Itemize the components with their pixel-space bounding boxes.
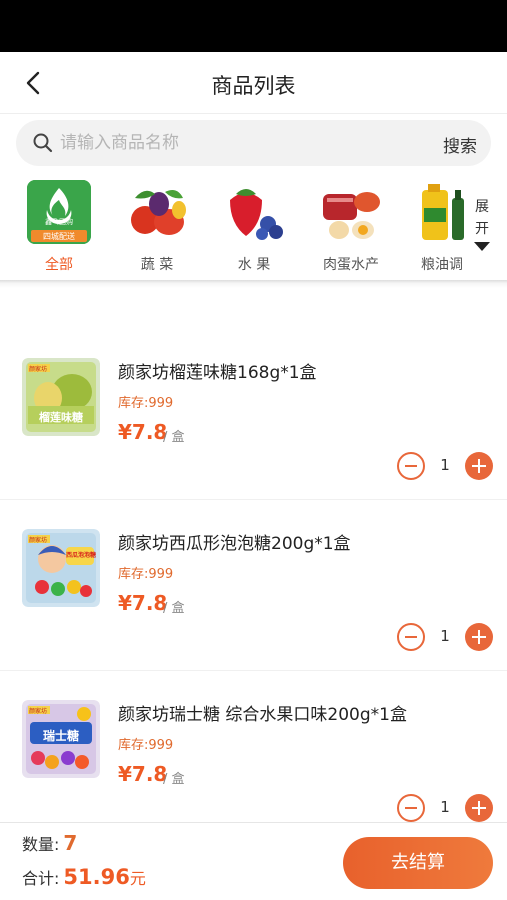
product-brand-tag: 颜家坊 (29, 708, 48, 715)
search-bar: 搜索 (16, 120, 491, 166)
currency-unit: 元 (129, 869, 146, 888)
vegetables-image (125, 180, 189, 244)
category-label: 肉蛋水产 (323, 257, 379, 273)
product-item[interactable]: 颜家坊 瑞士糖 颜家坊瑞士糖 综合水果口味200g*1盒 库存:999 ¥7.8… (0, 672, 507, 842)
triangle-down-icon (474, 242, 490, 251)
product-item[interactable]: 颜家坊 榴莲味糖 颜家坊榴莲味糖168g*1盒 库存:999 ¥7.8 / 盒 … (0, 330, 507, 500)
quantity-total-value: 7 (63, 831, 78, 855)
quantity-value: 1 (440, 627, 450, 645)
logo-delivery-text: 四城配送 (43, 232, 75, 241)
quantity-label: 数量: (22, 835, 60, 854)
product-name: 颜家坊榴莲味糖168g*1盒 (118, 363, 317, 383)
quantity-value: 1 (440, 456, 450, 474)
expand-label-2: 开 (475, 221, 489, 237)
quantity-stepper: 1 (397, 794, 493, 822)
checkout-button[interactable]: 去结算 (343, 837, 493, 889)
search-input[interactable] (60, 128, 420, 158)
product-item[interactable]: 颜家坊 西瓜泡泡糖 颜家坊西瓜形泡泡糖200g*1盒 库存:999 ¥7.8 /… (0, 501, 507, 671)
product-image: 颜家坊 榴莲味糖 (22, 358, 100, 436)
product-pack-text: 榴莲味糖 (39, 411, 83, 424)
product-pack-text: 西瓜泡泡糖 (65, 552, 96, 559)
decrease-quantity-button[interactable] (397, 452, 425, 480)
product-price: ¥7.8 (118, 591, 168, 615)
section-divider (0, 280, 507, 288)
product-name: 颜家坊西瓜形泡泡糖200g*1盒 (118, 534, 351, 554)
cart-footer: 数量: 7 合计: 51.96元 去结算 (0, 822, 507, 900)
product-image: 颜家坊 西瓜泡泡糖 (22, 529, 100, 607)
expand-label-1: 展 (475, 199, 489, 215)
increase-quantity-button[interactable] (465, 794, 493, 822)
category-label: 粮油调 (421, 257, 463, 273)
page-title: 商品列表 (211, 74, 296, 98)
product-price: ¥7.8 (118, 762, 168, 786)
total-price-value: 51.96 (63, 865, 130, 889)
decrease-quantity-button[interactable] (397, 794, 425, 822)
quantity-stepper: 1 (397, 623, 493, 651)
brand-logo-image: 鑫飞团购 四城配送 (27, 180, 91, 244)
grain-oil-image (414, 180, 470, 244)
category-item-all[interactable]: 鑫飞团购 四城配送 全部 (21, 180, 97, 274)
total-quantity: 数量: 7 (22, 831, 77, 855)
category-label: 蔬 菜 (140, 257, 174, 273)
product-stock: 库存:999 (118, 396, 174, 411)
decrease-quantity-button[interactable] (397, 623, 425, 651)
product-pack-text: 瑞士糖 (42, 729, 79, 743)
category-item-meat-eggs-seafood[interactable]: 肉蛋水产 (313, 180, 389, 274)
category-item-vegetables[interactable]: 蔬 菜 (119, 180, 195, 274)
product-price: ¥7.8 (118, 420, 168, 444)
logo-brand-text: 鑫飞团购 (45, 218, 73, 226)
fruit-image (222, 180, 286, 244)
top-nav-bar: 商品列表 (0, 52, 507, 114)
product-unit: / 盒 (163, 601, 185, 616)
product-stock: 库存:999 (118, 567, 174, 582)
product-brand-tag: 颜家坊 (29, 537, 48, 544)
meat-eggs-image (319, 180, 383, 244)
expand-categories-button[interactable]: 展 开 (467, 196, 497, 251)
increase-quantity-button[interactable] (465, 623, 493, 651)
product-brand-tag: 颜家坊 (29, 366, 48, 373)
product-name: 颜家坊瑞士糖 综合水果口味200g*1盒 (118, 705, 407, 725)
total-label: 合计: (22, 869, 60, 888)
quantity-value: 1 (440, 798, 450, 816)
category-bar: 鑫飞团购 四城配送 全部 蔬 菜 水 果 肉蛋水产 粮油调 (0, 176, 507, 280)
product-stock: 库存:999 (118, 738, 174, 753)
increase-quantity-button[interactable] (465, 452, 493, 480)
search-button[interactable]: 搜索 (443, 132, 477, 157)
category-item-fruit[interactable]: 水 果 (216, 180, 292, 274)
category-label: 全部 (45, 257, 73, 273)
quantity-stepper: 1 (397, 452, 493, 480)
category-label: 水 果 (237, 257, 271, 273)
product-image: 颜家坊 瑞士糖 (22, 700, 100, 778)
product-unit: / 盒 (163, 772, 185, 787)
status-bar (0, 0, 507, 52)
product-unit: / 盒 (163, 430, 185, 445)
total-price: 合计: 51.96元 (22, 865, 146, 889)
search-icon (33, 133, 53, 153)
